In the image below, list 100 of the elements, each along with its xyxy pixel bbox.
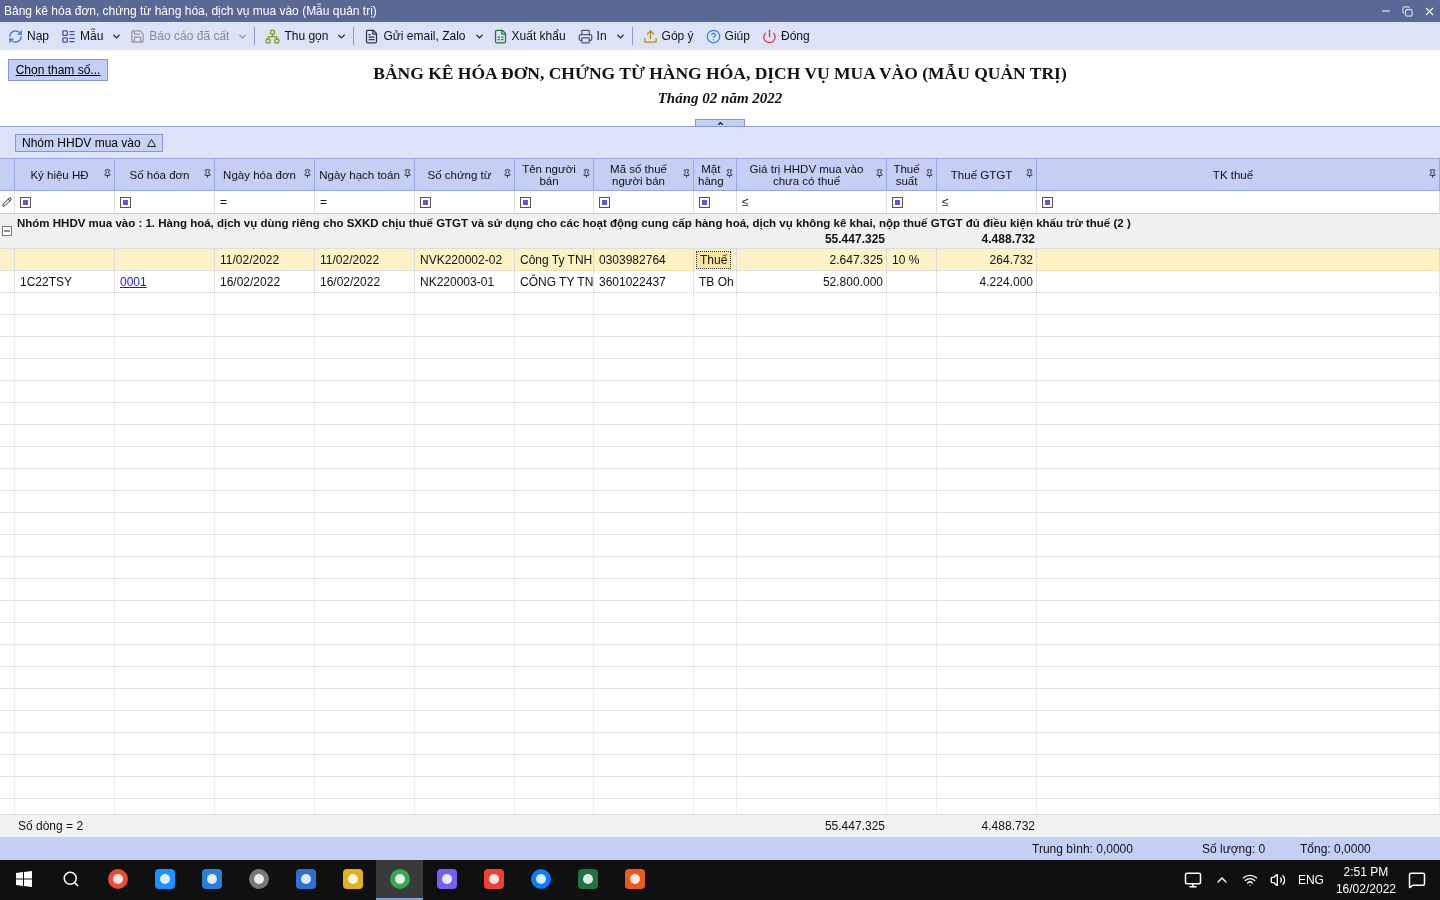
- toolbar-button[interactable]: Đóng: [757, 26, 814, 46]
- column-header[interactable]: Mặt hàng: [694, 158, 737, 191]
- group-label: Nhóm HHDV mua vào : 1. Hàng hoá, dịch vụ dùng riêng cho SXKD chịu thuế GTGT và sử dụng cho các hoạt động cung cấp hàng hoá, dịch vụ không kê khai, nộp thuế GTGT đủ điều kiện khấu trừ thuế (2 ): [16, 216, 1132, 230]
- table-row[interactable]: 1C22TSY 0001 16/02/2022 16/02/2022 NK220003-01 CÔNG TY TN 3601022437 TB Oh 52.800.000 4.224.000: [0, 271, 1440, 293]
- filter-checkbox[interactable]: [420, 196, 431, 208]
- header-corner: [0, 158, 15, 191]
- table-cell: NVK220002-02: [420, 252, 503, 267]
- row-count: Số dòng = 2: [17, 819, 85, 833]
- table-cell: 3601022437: [599, 274, 666, 289]
- table-cell: 4.224.000: [979, 274, 1033, 289]
- pin-icon[interactable]: [725, 169, 734, 178]
- power-icon: [761, 28, 777, 44]
- table-cell: 0303982764: [599, 252, 666, 267]
- column-header[interactable]: Ngày hóa đơn: [215, 158, 315, 191]
- list-icon: [61, 28, 76, 44]
- group-total: 55.447.325: [823, 231, 886, 248]
- status-text: Tổng: 0,0000: [1300, 841, 1372, 856]
- language-indicator[interactable]: ENG: [1297, 873, 1324, 887]
- table-cell: TB Oh: [699, 274, 734, 289]
- toolbar-button[interactable]: Mẫu: [57, 26, 108, 46]
- pin-icon[interactable]: [875, 169, 884, 178]
- app-icon: [293, 867, 318, 891]
- table-cell: 1C22TSY: [20, 274, 73, 289]
- footer-total: 4.488.732: [980, 819, 1036, 833]
- clock-time[interactable]: 2:51 PM: [1343, 864, 1389, 879]
- column-header[interactable]: Tên người bán: [515, 158, 594, 191]
- taskbar-app[interactable]: [376, 860, 423, 900]
- pin-icon[interactable]: [925, 169, 934, 178]
- toolbar-button[interactable]: Nạp: [4, 26, 53, 46]
- window-title: Bảng kê hóa đơn, chứng từ hàng hóa, dịch vụ mua vào (Mẫu quản trị): [4, 4, 377, 18]
- report-title: BẢNG KÊ HÓA ĐƠN, CHỨNG TỪ HÀNG HÓA, DỊCH VỤ MUA VÀO (MẪU QUẢN TRỊ): [373, 63, 1067, 84]
- filter-checkbox[interactable]: [120, 196, 131, 208]
- column-header[interactable]: Ký hiệu HĐ: [15, 158, 115, 191]
- filter-operator[interactable]: =: [220, 195, 227, 209]
- tree-icon: [265, 28, 281, 44]
- filter-checkbox[interactable]: [892, 196, 903, 208]
- pin-icon[interactable]: [1025, 169, 1034, 178]
- filter-checkbox[interactable]: [1042, 196, 1053, 208]
- pin-icon[interactable]: [1428, 169, 1437, 178]
- filter-edit-icon[interactable]: [2, 197, 12, 207]
- parameters-button[interactable]: Chọn tham số...: [8, 59, 108, 81]
- filter-operator[interactable]: ≤: [942, 195, 949, 209]
- collapse-toggle[interactable]: [2, 226, 12, 236]
- toolbar-button[interactable]: In: [573, 26, 611, 46]
- column-header[interactable]: TK thuế: [1037, 158, 1440, 191]
- table-row[interactable]: 11/02/2022 11/02/2022 NVK220002-02 Công Ty TNH 0303982764 Thuế 2.647.325 10 % 264.732: [0, 249, 1440, 271]
- group-total: 4.488.732: [980, 231, 1036, 248]
- group-chip[interactable]: Nhóm HHDV mua vào: [15, 133, 163, 152]
- pin-icon[interactable]: [403, 169, 412, 178]
- monitor-icon[interactable]: [1183, 871, 1202, 889]
- pin-icon[interactable]: [682, 169, 691, 178]
- footer-total: 55.447.325: [823, 819, 886, 833]
- filter-checkbox[interactable]: [699, 196, 710, 208]
- filter-checkbox[interactable]: [599, 196, 610, 208]
- column-header[interactable]: Thuế suất: [887, 158, 937, 191]
- filter-operator[interactable]: =: [320, 195, 327, 209]
- column-header[interactable]: Mã số thuế người bán: [594, 158, 694, 191]
- status-text: Số lượng: 0: [1202, 841, 1267, 856]
- filter-checkbox[interactable]: [20, 196, 31, 208]
- toolbar-button[interactable]: Gửi email, Zalo: [360, 26, 470, 46]
- filter-checkbox[interactable]: [520, 196, 531, 208]
- notifications-icon[interactable]: [1408, 871, 1426, 889]
- filter-operator[interactable]: ≤: [742, 195, 749, 209]
- table-cell: 264.732: [989, 252, 1033, 267]
- network-icon[interactable]: [1241, 872, 1258, 888]
- table-cell: 11/02/2022: [220, 252, 280, 267]
- column-header[interactable]: Ngày hạch toán: [315, 158, 415, 191]
- toolbar-button[interactable]: Góp ý: [638, 26, 698, 46]
- pin-icon[interactable]: [203, 169, 212, 178]
- clock-date[interactable]: 16/02/2022: [1335, 881, 1396, 896]
- column-header[interactable]: Số hóa đơn: [115, 158, 215, 191]
- toolbar-button[interactable]: Thu gọn: [261, 26, 333, 46]
- column-header[interactable]: Thuế GTGT: [937, 158, 1037, 191]
- pin-icon[interactable]: [103, 169, 112, 178]
- refresh-icon: [8, 28, 23, 44]
- search-icon: [61, 870, 80, 888]
- column-header[interactable]: Giá trị HHDV mua vào chưa có thuế: [737, 158, 887, 191]
- table-cell: Công Ty TNH: [520, 252, 593, 267]
- invoice-link[interactable]: 0001: [120, 274, 147, 289]
- table-cell: CÔNG TY TN: [520, 274, 593, 289]
- app-icon: [575, 867, 600, 891]
- table-cell: 16/02/2022: [220, 274, 281, 289]
- table-cell: 52.800.000: [822, 274, 883, 289]
- toolbar-button[interactable]: Xuất khẩu: [488, 26, 570, 46]
- pin-icon[interactable]: [303, 169, 312, 178]
- pin-icon[interactable]: [503, 169, 512, 178]
- column-header[interactable]: Số chứng từ: [415, 158, 515, 191]
- speaker-icon[interactable]: [1269, 872, 1286, 888]
- app-icon: [481, 867, 506, 891]
- app-icon: [622, 867, 647, 891]
- table-cell: 11/02/2022: [320, 252, 380, 267]
- restore-icon[interactable]: [1402, 5, 1413, 17]
- table-cell: NK220003-01: [420, 274, 495, 289]
- status-text: Trung bình: 0,0000: [1032, 841, 1134, 856]
- toolbar-button[interactable]: Giúp: [701, 26, 754, 46]
- windows-icon: [15, 871, 32, 887]
- pin-icon[interactable]: [582, 169, 591, 178]
- triangle-icon: [146, 138, 156, 147]
- app-icon: [152, 867, 177, 891]
- app-icon: [340, 867, 365, 891]
